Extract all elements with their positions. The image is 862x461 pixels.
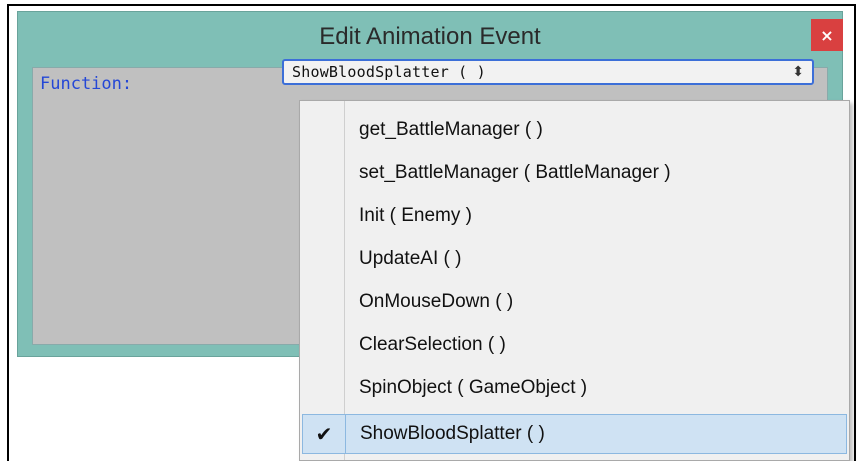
function-dropdown-menu: get_BattleManager ( ) set_BattleManager … <box>299 100 850 461</box>
menu-item-label: SpinObject ( GameObject ) <box>359 377 588 398</box>
menu-item-clearselection[interactable]: ClearSelection ( ) <box>302 325 847 365</box>
menu-item-label: get_BattleManager ( ) <box>359 119 543 140</box>
check-separator <box>345 415 346 453</box>
dialog-title: Edit Animation Event <box>319 23 541 50</box>
menu-item-spinobject[interactable]: SpinObject ( GameObject ) <box>302 368 847 408</box>
close-button[interactable]: × <box>811 19 843 51</box>
menu-item-onmousedown[interactable]: OnMouseDown ( ) <box>302 282 847 322</box>
menu-item-showbloodsplatter[interactable]: ✔ ShowBloodSplatter ( ) <box>302 414 847 454</box>
menu-item-label: OnMouseDown ( ) <box>359 291 514 312</box>
function-label: Function: <box>40 74 133 94</box>
menu-item-set-battlemanager[interactable]: set_BattleManager ( BattleManager ) <box>302 153 847 193</box>
close-icon: × <box>820 25 834 45</box>
menu-item-label: set_BattleManager ( BattleManager ) <box>359 162 671 183</box>
menu-item-init[interactable]: Init ( Enemy ) <box>302 196 847 236</box>
menu-item-label: UpdateAI ( ) <box>359 248 462 269</box>
function-select-value: ShowBloodSplatter ( ) <box>292 63 486 81</box>
checkmark-icon: ✔ <box>315 422 333 446</box>
menu-item-label: Init ( Enemy ) <box>359 205 472 226</box>
menu-item-label: ClearSelection ( ) <box>359 334 506 355</box>
function-select[interactable]: ShowBloodSplatter ( ) ⬍ <box>282 59 814 85</box>
updown-arrow-icon: ⬍ <box>792 64 804 80</box>
menu-item-get-battlemanager[interactable]: get_BattleManager ( ) <box>302 110 847 150</box>
menu-item-updateai[interactable]: UpdateAI ( ) <box>302 239 847 279</box>
menu-item-label: ShowBloodSplatter ( ) <box>360 423 545 444</box>
